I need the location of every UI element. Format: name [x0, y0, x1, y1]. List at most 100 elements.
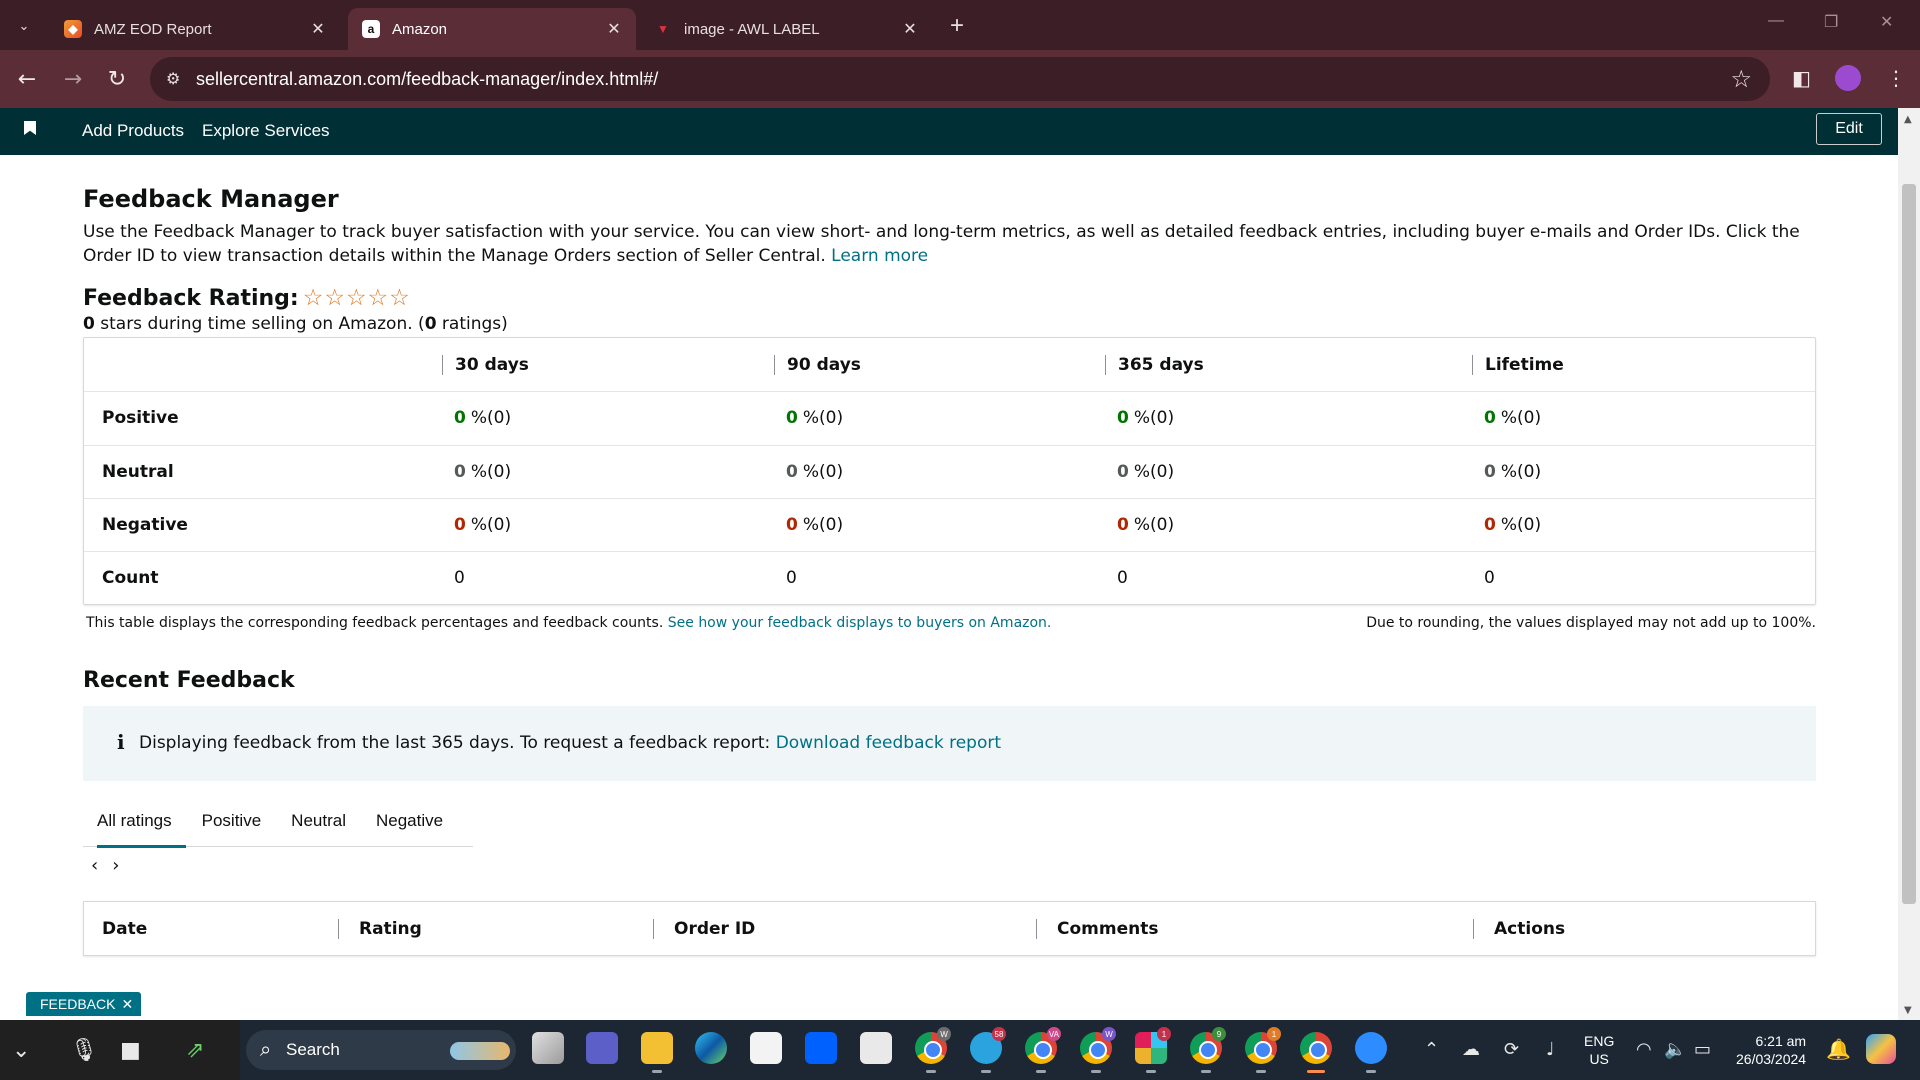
reload-icon[interactable]: ↻	[102, 64, 132, 94]
task-view-icon[interactable]	[532, 1032, 564, 1064]
rating-value: 0	[83, 314, 95, 334]
store-icon[interactable]	[750, 1032, 782, 1064]
close-tab-icon[interactable]: ✕	[900, 19, 920, 39]
scroll-down-icon[interactable]: ▼	[1904, 1005, 1912, 1016]
tab-search-chevron-icon[interactable]: ⌄	[10, 12, 38, 40]
camera-icon[interactable]: ■	[120, 1038, 141, 1063]
col-comments[interactable]: Comments	[1036, 918, 1473, 939]
recent-feedback-title: Recent Feedback	[83, 668, 295, 693]
tab-awl-label[interactable]: ▼ image - AWL LABEL ✕	[640, 8, 932, 50]
slack-icon[interactable]: 1	[1135, 1027, 1171, 1073]
close-icon[interactable]: ✕	[121, 996, 133, 1013]
minimize-icon[interactable]: —	[1768, 12, 1784, 30]
tab-negative[interactable]: Negative	[362, 795, 457, 847]
recent-feedback-table: Date Rating Order ID Comments Actions	[83, 901, 1816, 956]
taskbar-search[interactable]: ⌕ Search	[246, 1030, 516, 1070]
tab-neutral[interactable]: Neutral	[277, 795, 360, 847]
nav-explore-services[interactable]: Explore Services	[202, 121, 330, 141]
col-date[interactable]: Date	[84, 919, 338, 939]
table-cell: 0 %(0)	[1484, 408, 1542, 429]
address-bar[interactable]: ⚙ sellercentral.amazon.com/feedback-mana…	[150, 57, 1770, 101]
teams-icon[interactable]	[586, 1032, 618, 1064]
close-tab-icon[interactable]: ✕	[308, 19, 328, 39]
bookmark-star-icon[interactable]: ☆	[1730, 65, 1752, 93]
chrome-icon[interactable]: VA	[1025, 1027, 1061, 1073]
table-cell: 0 %(0)	[786, 515, 844, 536]
table-cell: 0 %(0)	[1484, 515, 1542, 536]
row-label: Count	[102, 568, 159, 589]
chevron-right-icon[interactable]: ›	[112, 855, 119, 876]
url-text[interactable]: sellercentral.amazon.com/feedback-manage…	[196, 69, 658, 90]
feedback-metrics-table: 30 days 90 days 365 days Lifetime Positi…	[83, 337, 1816, 606]
learn-more-link[interactable]: Learn more	[831, 246, 928, 266]
mic-muted-icon[interactable]: 🎙	[70, 1038, 98, 1063]
close-tab-icon[interactable]: ✕	[604, 19, 624, 39]
header-90-days: 90 days	[774, 354, 1105, 375]
profile-avatar[interactable]	[1835, 65, 1861, 91]
table-row-positive: Positive 0 %(0) 0 %(0) 0 %(0) 0 %(0)	[84, 391, 1815, 444]
telegram-icon[interactable]: 58	[970, 1027, 1006, 1073]
scroll-up-icon[interactable]: ▲	[1904, 114, 1912, 125]
edge-icon[interactable]	[695, 1032, 727, 1064]
tab-amz-eod-report[interactable]: ◆ AMZ EOD Report ✕	[50, 8, 340, 50]
nav-add-products[interactable]: Add Products	[82, 121, 184, 141]
show-hidden-icons-chevron-icon[interactable]: ⌃	[1424, 1039, 1439, 1060]
file-explorer-icon[interactable]	[641, 1032, 673, 1073]
share-screen-icon[interactable]: ⇗	[186, 1038, 204, 1063]
restore-icon[interactable]: ❐	[1824, 12, 1838, 32]
row-label: Neutral	[102, 461, 174, 482]
menu-kebab-icon[interactable]: ⋮	[1886, 66, 1906, 90]
edit-button[interactable]: Edit	[1816, 113, 1882, 145]
cloud-sync-icon[interactable]: ☁	[1462, 1039, 1480, 1060]
dropbox-icon[interactable]	[805, 1032, 837, 1064]
feedback-display-link[interactable]: See how your feedback displays to buyers…	[668, 615, 1052, 631]
feedback-pill-button[interactable]: FEEDBACK ✕	[26, 992, 142, 1016]
col-actions[interactable]: Actions	[1473, 918, 1815, 939]
site-info-icon[interactable]: ⚙	[166, 69, 180, 88]
close-window-icon[interactable]: ✕	[1880, 12, 1893, 32]
back-icon[interactable]: ←	[12, 64, 42, 94]
wifi-icon[interactable]: ◠	[1636, 1039, 1652, 1060]
chrome-icon[interactable]: W	[915, 1027, 951, 1073]
table-cell: 0	[454, 568, 465, 589]
chrome-active-icon[interactable]	[1300, 1032, 1332, 1073]
download-feedback-report-link[interactable]: Download feedback report	[776, 733, 1001, 753]
intro-text: Use the Feedback Manager to track buyer …	[83, 222, 1800, 266]
system-clock[interactable]: 6:21 am 26/03/2024	[1736, 1032, 1806, 1068]
col-order-id[interactable]: Order ID	[653, 918, 1036, 939]
col-rating[interactable]: Rating	[338, 918, 653, 939]
refresh-icon[interactable]: ⟳	[1504, 1039, 1519, 1060]
side-panel-icon[interactable]: ◧	[1792, 66, 1811, 90]
bookmark-icon[interactable]	[24, 121, 36, 135]
copilot-icon[interactable]	[1866, 1034, 1896, 1064]
table-cell: 0	[786, 568, 797, 589]
chevron-down-icon[interactable]: ⌄	[12, 1038, 30, 1063]
tab-amazon[interactable]: a Amazon ✕	[348, 8, 636, 50]
chevron-left-icon[interactable]: ‹	[91, 855, 98, 876]
zoom-icon[interactable]	[1355, 1032, 1387, 1073]
microphone-icon[interactable]: ♩	[1546, 1039, 1555, 1060]
scroll-thumb[interactable]	[1902, 184, 1916, 904]
language-indicator[interactable]: ENG US	[1584, 1032, 1614, 1068]
forward-icon[interactable]: →	[58, 64, 88, 94]
taskbar: ⌄ 🎙 ■ ⇗ ⌕ Search W 58 VA W 1 9 1 ⌃ ☁ ⟳ ♩…	[0, 1020, 1920, 1080]
amazon-app-icon[interactable]	[860, 1032, 892, 1064]
feedback-rating-label: Feedback Rating:	[83, 285, 299, 311]
tab-positive[interactable]: Positive	[188, 795, 276, 847]
chrome-icon[interactable]: 1	[1245, 1027, 1281, 1073]
rounding-note: Due to rounding, the values displayed ma…	[1366, 615, 1816, 631]
search-icon: ⌕	[260, 1037, 272, 1061]
tab-all-ratings[interactable]: All ratings	[83, 795, 186, 848]
page-scrollbar[interactable]: ▲ ▼	[1898, 108, 1920, 1020]
feedback-rating-heading: Feedback Rating: ☆☆☆☆☆	[83, 285, 411, 311]
table-row-count: Count 0 0 0 0	[84, 551, 1815, 604]
battery-icon[interactable]: ▭	[1694, 1039, 1711, 1060]
chrome-icon[interactable]: W	[1080, 1027, 1116, 1073]
new-tab-icon[interactable]: +	[950, 12, 964, 40]
chrome-icon[interactable]: 9	[1190, 1027, 1226, 1073]
notification-bell-icon[interactable]: 🔔	[1826, 1037, 1851, 1061]
volume-icon[interactable]: 🔈	[1664, 1039, 1686, 1060]
tab-title: AMZ EOD Report	[94, 20, 212, 38]
search-highlight-art	[450, 1042, 510, 1060]
table-cell: 0	[1117, 568, 1128, 589]
